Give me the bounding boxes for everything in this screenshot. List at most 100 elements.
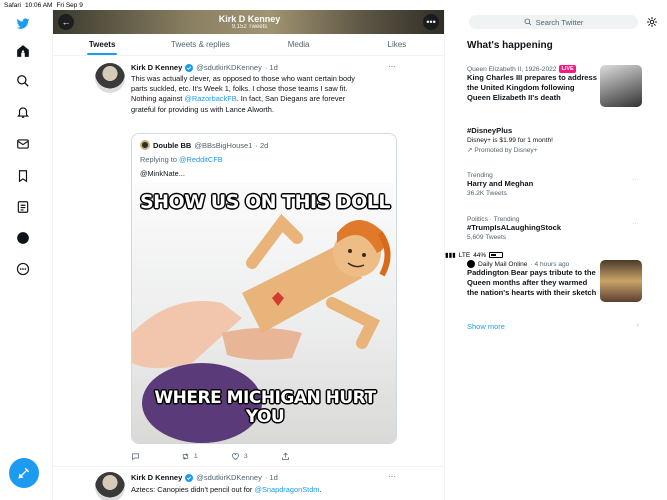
explore-icon[interactable] [15,73,31,89]
tweet-more-icon[interactable]: ··· [388,62,396,71]
tweet-text-line: Nothing against [131,94,185,104]
back-to-app[interactable]: Safari [4,2,21,9]
tweet-count: 9,152 Tweets [231,24,268,30]
whats-happening-title: What's happening [467,40,553,51]
live-badge: LIVE [559,65,576,73]
promoted-label: ↗ Promoted by Disney+ [467,146,647,156]
tweet-text-line: . In fact, San Diegans are forever [236,94,346,104]
tweet-time[interactable]: · 1d [265,63,278,72]
news-time: · 4 hours ago [530,260,570,268]
author-handle[interactable]: @sdutkirKDKenney [196,473,262,482]
profile-icon[interactable] [15,230,31,246]
meme-image[interactable]: SHOW US ON THIS DOLL WHERE MICHIGAN HURT… [132,183,396,443]
author-handle[interactable]: @sdutkirKDKenney [196,63,262,72]
quoted-author-name: Double BB [153,140,192,150]
meme-bottom-line: WHERE MICHIGAN HURT [154,388,376,408]
trend-meta: Queen Elizabeth II, 1926-2022 [467,65,557,73]
trend-more-icon[interactable]: ··· [632,220,639,227]
tweet[interactable]: Kirk D Kenney @sdutkirKDKenney · 1d ··· … [53,56,444,466]
trend-title: #TrumpIsALaughingStock [467,223,562,232]
lists-icon[interactable] [15,199,31,215]
tweet-actions: 1 3 [131,452,331,461]
quoted-text: @MinkNate... [140,169,185,178]
quoted-time: · 2d [255,140,269,150]
settings-gear-icon[interactable] [645,15,659,29]
trend-item[interactable]: Trending Harry and Meghan 36.2K Tweets [467,172,647,199]
avatar[interactable] [95,63,125,93]
twitter-logo-icon[interactable] [15,16,31,32]
compose-tweet-button[interactable] [9,458,39,488]
like-count: 3 [244,453,248,460]
author-name[interactable]: Kirk D Kenney [131,473,182,482]
status-date: Fri Sep 9 [56,1,83,9]
more-dots-icon: ••• [426,17,436,27]
share-icon [282,452,289,460]
replying-to: Replying to @RedditCFB [140,155,223,164]
profile-name: Kirk D Kenney [218,14,281,24]
tweet-time[interactable]: · 1d [265,473,278,482]
notifications-icon[interactable] [15,104,31,120]
trend-tweet-count: 36.2K Tweets [467,190,507,197]
chevron-right-icon: › [636,322,639,329]
trend-item[interactable]: #DisneyPlus Disney+ is $1.99 for 1 month… [467,126,647,156]
quoted-author-handle: @BBsBigHouse1 [194,140,253,150]
meme-bottom-text: WHERE MICHIGAN HURT YOU [132,388,396,427]
tab-media[interactable]: Media [250,34,348,55]
trend-tweet-count: 5,609 Tweets [467,234,507,241]
reply-button[interactable] [131,452,181,461]
tab-tweets-and-replies[interactable]: Tweets & replies [151,34,249,55]
share-button[interactable] [281,452,331,461]
heart-icon [232,453,239,460]
left-nav [0,10,46,500]
profile-header-banner: ← Kirk D Kenney 9,152 Tweets ••• [53,10,444,34]
trend-title: King Charles III prepares to address the… [467,73,597,102]
replying-to-link[interactable]: @RedditCFB [179,155,223,164]
trend-item[interactable]: Daily Mail Online · 4 hours ago Paddingto… [467,260,597,298]
verified-icon [185,63,194,72]
replying-prefix: Replying to [140,155,180,164]
messages-icon[interactable] [15,136,31,152]
search-input[interactable]: Search Twitter [469,15,638,29]
tweet-more-icon[interactable]: ··· [388,472,396,481]
back-arrow-icon: ← [61,17,71,27]
tweet-text: Aztecs: Canopies didn't pencil out for @… [131,485,407,495]
mention-link[interactable]: @SnapdragonStdm [254,485,319,494]
quoted-avatar [140,140,150,150]
meme-top-text: SHOW US ON THIS DOLL [139,191,391,213]
tweet-text: This was actually clever, as opposed to … [131,74,407,115]
daily-mail-logo [467,260,475,268]
author-name[interactable]: Kirk D Kenney [131,63,182,72]
quoted-tweet[interactable]: Double BB @BBsBigHouse1 · 2d Replying to… [131,133,397,444]
trend-image [600,260,642,302]
more-options-icon[interactable] [15,261,31,277]
profile-more-button[interactable]: ••• [423,14,439,30]
trend-image [600,65,642,107]
tab-tweets[interactable]: Tweets [53,34,151,55]
status-time: 10:06 AM [24,1,53,9]
trend-meta: Politics · Trending [467,216,520,223]
trend-item[interactable]: Politics · Trending #TrumpIsALaughingSto… [467,216,647,243]
search-icon [524,18,531,26]
tweet[interactable]: Kirk D Kenney @sdutkirKDKenney · 1d ··· … [53,466,444,500]
news-source: Daily Mail Online [478,260,528,268]
trend-title: Harry and Meghan [467,179,534,188]
mention-link[interactable]: @RazorbackFB [184,94,236,103]
trend-item[interactable]: Queen Elizabeth II, 1926-2022 LIVE King C… [467,65,597,103]
tweet-text-line: grateful for providing us with Lance Alw… [131,104,274,114]
trend-more-icon[interactable]: ··· [632,176,639,183]
trend-title: #DisneyPlus [467,126,513,135]
status-bar: Safari 10:06 AM Fri Sep 9 ▮▮▮ LTE 44% [0,0,667,259]
back-button[interactable]: ← [58,14,74,30]
tweet-text-line: parts suckled, etc. It's Week 1, folks. … [131,84,348,94]
home-icon[interactable] [15,43,31,59]
like-button[interactable]: 3 [231,452,281,461]
verified-icon [185,473,194,482]
avatar[interactable] [95,472,125,500]
tab-likes[interactable]: Likes [348,34,444,55]
reply-icon [132,453,139,461]
retweet-count: 1 [194,453,198,460]
retweet-button[interactable]: 1 [181,452,231,461]
compose-icon [18,467,30,479]
bookmarks-icon[interactable] [15,168,31,184]
show-more-link[interactable]: Show more [467,322,505,331]
